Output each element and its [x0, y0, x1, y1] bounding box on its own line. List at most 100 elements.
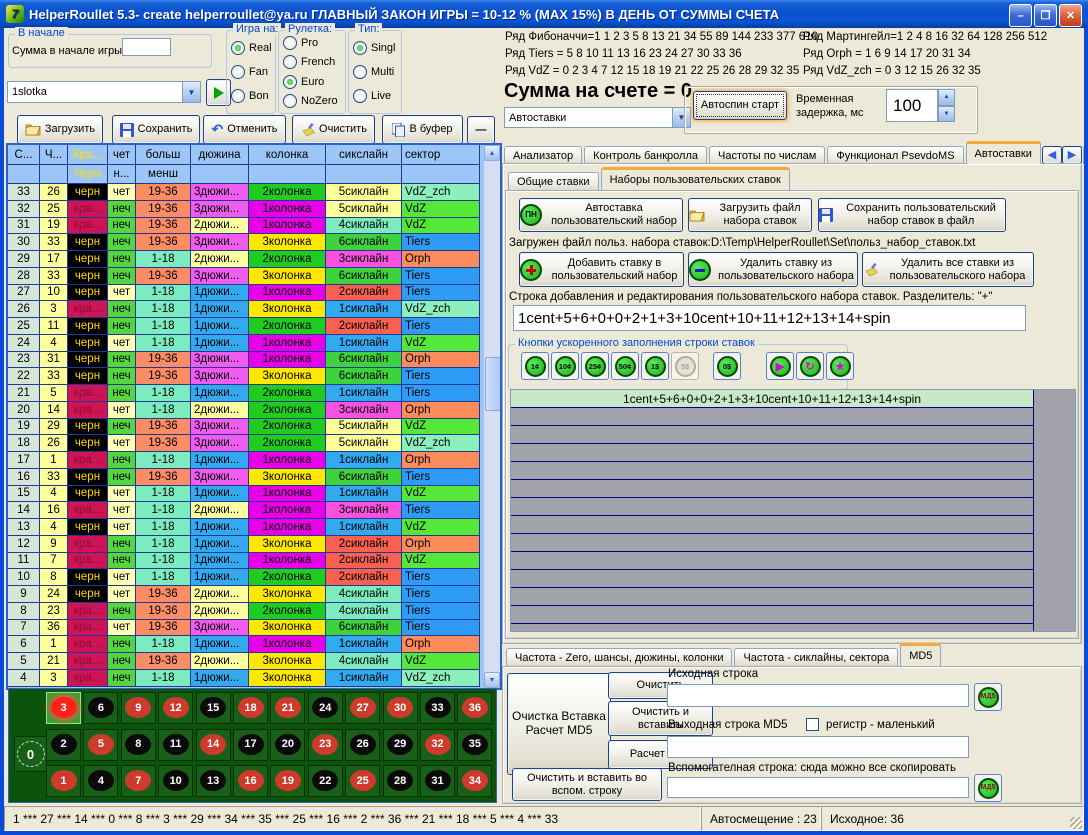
radio-Real[interactable]: Real: [231, 41, 275, 55]
header-cell[interactable]: Кра...: [68, 145, 108, 165]
bet-list-row-empty[interactable]: [511, 624, 1033, 632]
repeat-chip-button[interactable]: ↻: [796, 352, 824, 380]
bet-list-row-empty[interactable]: [511, 426, 1033, 444]
board-cell-12[interactable]: 12: [158, 692, 193, 724]
board-cell-13[interactable]: 13: [196, 765, 231, 797]
title-bar[interactable]: 7 HelperRoullet 5.3- create helperroulle…: [0, 0, 1088, 28]
table-row[interactable]: 2710чернчет1-181дюжи...1колонка2сиклайнT…: [8, 285, 480, 302]
board-cell-0[interactable]: 0: [14, 736, 47, 772]
table-row[interactable]: 129кра...неч1-181дюжи...3колонка2сиклайн…: [8, 536, 480, 553]
spinner-up-icon[interactable]: ▲: [938, 89, 955, 106]
radio-Pro[interactable]: Pro: [283, 36, 345, 50]
chevron-down-icon[interactable]: ▼: [182, 82, 200, 102]
spinner-down-icon[interactable]: ▼: [938, 106, 955, 123]
table-row[interactable]: 2917черннеч1-182дюжи...2колонка3сиклайнO…: [8, 251, 480, 268]
md5-big-button[interactable]: Очистка Вставка Расчет MD5: [507, 673, 611, 775]
tab-Функционал PsevdoMS[interactable]: Функционал PsevdoMS: [827, 146, 963, 164]
bet-list-row-empty[interactable]: [511, 480, 1033, 498]
chip-0$[interactable]: 0$: [713, 352, 741, 380]
bet-list-row-empty[interactable]: [511, 606, 1033, 624]
table-row[interactable]: 108чернчет1-181дюжи...2колонка2сиклайнTi…: [8, 569, 480, 586]
radio-icon[interactable]: [283, 55, 297, 69]
scroll-up-icon[interactable]: ▲: [484, 145, 500, 161]
board-cell-31[interactable]: 31: [420, 765, 455, 797]
board-cell-15[interactable]: 15: [196, 692, 231, 724]
header-cell[interactable]: сектор: [402, 145, 480, 165]
radio-icon[interactable]: [353, 89, 367, 103]
board-cell-30[interactable]: 30: [383, 692, 418, 724]
board-cell-14[interactable]: 14: [196, 729, 231, 761]
bet-list-row-empty[interactable]: [511, 570, 1033, 588]
header-cell[interactable]: Черн: [68, 165, 108, 184]
table-row[interactable]: 924чернчет19-362дюжи...3колонка4сиклайнT…: [8, 586, 480, 603]
autostake-userset-button[interactable]: ПН Автоставка пользовательский набор: [519, 198, 683, 232]
maximize-button[interactable]: ❐: [1034, 4, 1057, 27]
board-cell-2[interactable]: 2: [46, 729, 81, 761]
add-bet-button[interactable]: Добавить ставку в пользовательский набор: [519, 252, 684, 287]
close-button[interactable]: ✕: [1059, 4, 1082, 27]
radio-Singl[interactable]: Singl: [353, 41, 401, 55]
roulette-board[interactable]: 0369121518212427303336258111417202326293…: [8, 688, 497, 803]
header-cell[interactable]: колонка: [249, 145, 326, 165]
scrollbar-thumb[interactable]: [485, 357, 501, 411]
board-cell-21[interactable]: 21: [270, 692, 305, 724]
board-cell-18[interactable]: 18: [233, 692, 268, 724]
table-row[interactable]: 1826чернчет19-363дюжи...2колонка5сиклайн…: [8, 435, 480, 452]
header-cell[interactable]: сикслайн: [326, 145, 402, 165]
remove-bet-button[interactable]: Удалить ставку из пользовательского набо…: [688, 252, 858, 287]
remove-all-bets-button[interactable]: Удалить все ставки из пользовательского …: [862, 252, 1034, 287]
clear-button[interactable]: Очистить: [292, 115, 375, 144]
load-button[interactable]: Загрузить: [17, 115, 103, 144]
radio-icon[interactable]: [231, 89, 245, 103]
table-row[interactable]: 171кра...неч1-181дюжи...1колонка1сиклайн…: [8, 452, 480, 469]
table-row[interactable]: 1416кра...чет1-182дюжи...1колонка3сиклай…: [8, 502, 480, 519]
chip-25¢[interactable]: 25¢: [581, 352, 609, 380]
tab-Контроль банкролла[interactable]: Контроль банкролла: [584, 146, 707, 164]
board-cell-17[interactable]: 17: [233, 729, 268, 761]
save-button[interactable]: Сохранить: [112, 115, 200, 144]
radio-NoZero[interactable]: NoZero: [283, 94, 345, 108]
table-row[interactable]: 3119кра...неч19-362дюжи...1колонка4сикла…: [8, 218, 480, 235]
header-cell[interactable]: С...: [8, 145, 40, 165]
board-cell-28[interactable]: 28: [383, 765, 418, 797]
board-cell-20[interactable]: 20: [270, 729, 305, 761]
radio-icon[interactable]: [283, 36, 297, 50]
table-row[interactable]: 117кра...неч1-181дюжи...1колонка2сиклайн…: [8, 553, 480, 570]
bet-list-row-empty[interactable]: [511, 498, 1033, 516]
tab-Автоставки[interactable]: Автоставки: [966, 141, 1041, 164]
table-row[interactable]: 244чернчет1-181дюжи...1колонка1сиклайнVd…: [8, 335, 480, 352]
board-cell-25[interactable]: 25: [345, 765, 380, 797]
load-set-file-button[interactable]: Загрузить файл набора ставок: [688, 198, 812, 232]
bet-list-row-empty[interactable]: [511, 516, 1033, 534]
board-cell-23[interactable]: 23: [308, 729, 343, 761]
tab-MD5[interactable]: MD5: [900, 643, 941, 666]
chip-10¢[interactable]: 10¢: [551, 352, 579, 380]
save-set-file-button[interactable]: Сохранить пользовательский набор ставок …: [818, 198, 1006, 232]
undo-button[interactable]: ↶ Отменить: [203, 115, 286, 144]
board-cell-36[interactable]: 36: [457, 692, 492, 724]
header-cell[interactable]: менш: [136, 165, 191, 184]
bet-list-row-empty[interactable]: [511, 408, 1033, 426]
board-cell-8[interactable]: 8: [121, 729, 156, 761]
radio-icon[interactable]: [353, 41, 367, 55]
chip-1¢[interactable]: 1¢: [521, 352, 549, 380]
table-row[interactable]: 61кра...неч1-181дюжи...1колонка1сиклайнO…: [8, 636, 480, 653]
history-table-scrollbar[interactable]: ▲ ▼: [484, 145, 500, 688]
header-cell[interactable]: [8, 165, 40, 184]
tab-Общие ставки[interactable]: Общие ставки: [508, 172, 599, 190]
radio-icon[interactable]: [283, 94, 297, 108]
md5-clear-paste-aux-button[interactable]: Очистить и вставить во вспом. строку: [512, 768, 662, 801]
radio-Bon[interactable]: Bon: [231, 89, 275, 103]
table-row[interactable]: 3326чернчет19-363дюжи...2колонка5сиклайн…: [8, 184, 480, 201]
tab-Анализатор[interactable]: Анализатор: [504, 146, 582, 164]
autobets-combobox[interactable]: Автоставки ▼: [504, 107, 691, 128]
scroll-down-icon[interactable]: ▼: [484, 672, 500, 688]
collapse-button[interactable]: —: [467, 116, 495, 144]
radio-Live[interactable]: Live: [353, 89, 401, 103]
table-row[interactable]: 43кра...неч1-181дюжи...3колонка1сиклайнV…: [8, 670, 480, 687]
board-cell-3[interactable]: 3: [46, 692, 81, 724]
md5-output-input[interactable]: [667, 736, 969, 758]
bet-list-row-empty[interactable]: [511, 444, 1033, 462]
board-cell-33[interactable]: 33: [420, 692, 455, 724]
board-cell-22[interactable]: 22: [308, 765, 343, 797]
